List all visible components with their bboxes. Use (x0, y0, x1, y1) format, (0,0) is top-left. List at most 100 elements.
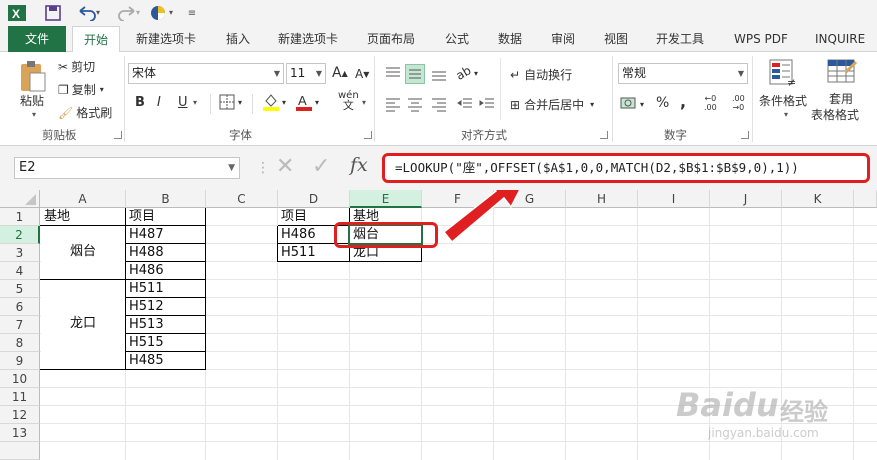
conditional-format-icon[interactable]: ≠ (768, 58, 798, 88)
tab-review[interactable]: 审阅 (551, 26, 575, 52)
undo-icon[interactable]: ▾ (74, 3, 106, 23)
ribbon-tabs: 文件 开始 新建选项卡 插入 新建选项卡 页面布局 公式 数据 审阅 视图 开发… (0, 26, 877, 53)
increase-font-icon[interactable]: A ▲ (332, 65, 348, 81)
group-separator (612, 56, 613, 142)
phonetic-dropdown-icon[interactable]: ▾ (362, 98, 366, 107)
enter-icon[interactable]: ✓ (312, 154, 330, 179)
copy-dropdown-icon[interactable]: ▾ (100, 85, 104, 94)
chevron-down-icon: ▼ (228, 163, 235, 173)
alignment-group-label: 对齐方式 (461, 128, 507, 142)
format-as-table-button[interactable]: 表格格式 (811, 106, 859, 123)
number-group-label: 数字 (664, 128, 687, 142)
copy-label: 复制 (71, 83, 96, 97)
font-size-select[interactable]: 11 ▼ (286, 63, 326, 84)
tab-new-2[interactable]: 新建选项卡 (278, 26, 338, 52)
align-middle-icon[interactable] (405, 64, 425, 84)
font-name-value: 宋体 (132, 66, 157, 80)
underline-button[interactable]: U (178, 95, 188, 110)
tab-developer[interactable]: 开发工具 (656, 26, 704, 52)
font-name-select[interactable]: 宋体 ▼ (128, 63, 284, 84)
tab-inquire[interactable]: INQUIRE (815, 26, 865, 52)
save-icon[interactable] (42, 3, 64, 23)
group-separator (752, 56, 753, 142)
conditional-dropdown-icon[interactable]: ▾ (784, 110, 788, 119)
name-box[interactable]: E2 ▼ (14, 157, 240, 179)
format-painter-label: 格式刷 (76, 106, 113, 120)
italic-button[interactable]: I (157, 95, 161, 110)
tab-data[interactable]: 数据 (498, 26, 522, 52)
clipboard-launcher-icon[interactable] (114, 131, 122, 139)
number-format-value: 常规 (622, 66, 647, 80)
increase-decimal-icon[interactable]: ←0.00 (704, 94, 717, 112)
watermark-brand-cn: 经验 (780, 398, 828, 426)
align-bottom-icon[interactable] (429, 64, 449, 84)
svg-text:X: X (12, 7, 20, 21)
watermark-brand: Baidu (676, 386, 779, 424)
wrap-text-button[interactable]: ↵ 自动换行 (510, 66, 572, 83)
color-wheel-icon[interactable]: ▾ (148, 3, 180, 23)
scissors-icon: ✂ (58, 59, 69, 74)
decrease-font-icon[interactable]: A ▼ (355, 67, 369, 81)
conditional-format-button[interactable]: 条件格式 (759, 92, 807, 109)
merge-center-button[interactable]: ⊞ 合并后居中 ▾ (510, 96, 594, 113)
percent-button[interactable]: % (656, 95, 669, 111)
ribbon-home: 粘贴 ▾ ✂ 剪切 ❐ 复制 ▾ 🖌 格式刷 剪贴板 宋体 ▼ 11 ▼ A ▲ A ▼ B I… (0, 52, 877, 146)
format-as-table-icon[interactable] (826, 58, 858, 88)
comma-button[interactable]: , (680, 92, 686, 111)
insert-function-icon[interactable]: fx (350, 154, 368, 176)
align-right-icon[interactable] (429, 94, 449, 114)
align-top-icon[interactable] (383, 64, 403, 84)
number-format-select[interactable]: 常规 ▼ (618, 63, 748, 84)
name-box-value: E2 (19, 160, 36, 175)
wrap-text-label: 自动换行 (524, 68, 573, 82)
accounting-format-icon[interactable]: ▾ (620, 96, 644, 112)
chevron-down-icon[interactable]: ▾ (590, 100, 594, 109)
underline-dropdown-icon[interactable]: ▾ (193, 98, 197, 107)
svg-text:A: A (298, 93, 307, 108)
cancel-icon[interactable]: ✕ (276, 154, 294, 179)
font-launcher-icon[interactable] (364, 131, 372, 139)
cut-button[interactable]: ✂ 剪切 (58, 58, 95, 75)
phonetic-button[interactable]: wén 文 (338, 91, 359, 112)
svg-text:▾: ▾ (169, 8, 173, 17)
tab-wps-pdf[interactable]: WPS PDF (734, 26, 788, 52)
align-left-icon[interactable] (383, 94, 403, 114)
tab-formulas[interactable]: 公式 (445, 26, 469, 52)
clipboard-group-label: 剪贴板 (42, 128, 77, 142)
fill-color-icon[interactable]: ▾ (262, 92, 286, 112)
alignment-launcher-icon[interactable] (600, 131, 608, 139)
paste-icon[interactable] (18, 58, 48, 96)
tab-new-1[interactable]: 新建选项卡 (136, 26, 196, 52)
orientation-icon[interactable]: ab ▾ (454, 63, 478, 83)
formula-bar: E2 ▼ ⋮ ✕ ✓ fx =LOOKUP("座",OFFSET($A$1,0,0… (0, 146, 877, 190)
align-center-icon[interactable] (405, 94, 425, 114)
customize-icon[interactable]: ≡ (184, 3, 200, 23)
tab-view[interactable]: 视图 (604, 26, 628, 52)
worksheet-grid[interactable]: A B C D E F G H I J K 1 2 3 4 5 6 7 8 9 … (0, 190, 877, 460)
tab-file[interactable]: 文件 (8, 26, 66, 52)
phonetic-glyph-icon: 文 (342, 99, 354, 112)
formula-input[interactable]: =LOOKUP("座",OFFSET($A$1,0,0,MATCH(D2,$B$… (382, 153, 870, 183)
merge-center-label: 合并后居中 (524, 98, 585, 112)
merge-icon: ⊞ (510, 97, 521, 112)
font-color-icon[interactable]: A ▾ (296, 92, 319, 112)
chevron-down-icon: ▼ (315, 69, 322, 78)
tab-page-layout[interactable]: 页面布局 (367, 26, 415, 52)
wrap-text-icon: ↵ (510, 67, 521, 82)
decrease-decimal-icon[interactable]: .00 →0 (732, 94, 745, 112)
redo-icon[interactable]: ▾ (114, 3, 146, 23)
decrease-indent-icon[interactable] (455, 94, 475, 114)
chevron-down-icon: ▼ (737, 69, 744, 78)
format-painter-button[interactable]: 🖌 格式刷 (58, 104, 112, 121)
borders-icon[interactable]: ▾ (219, 94, 242, 110)
tab-home[interactable]: 开始 (72, 26, 120, 53)
bold-button[interactable]: B (135, 95, 145, 110)
paste-dropdown-icon[interactable]: ▾ (32, 110, 36, 119)
number-launcher-icon[interactable] (741, 131, 749, 139)
tab-insert[interactable]: 插入 (226, 26, 250, 52)
divider (210, 94, 211, 114)
increase-indent-icon[interactable] (477, 94, 497, 114)
svg-text:▾: ▾ (96, 8, 100, 17)
paste-button[interactable]: 粘贴 (20, 92, 44, 109)
copy-button[interactable]: ❐ 复制 ▾ (58, 81, 104, 98)
